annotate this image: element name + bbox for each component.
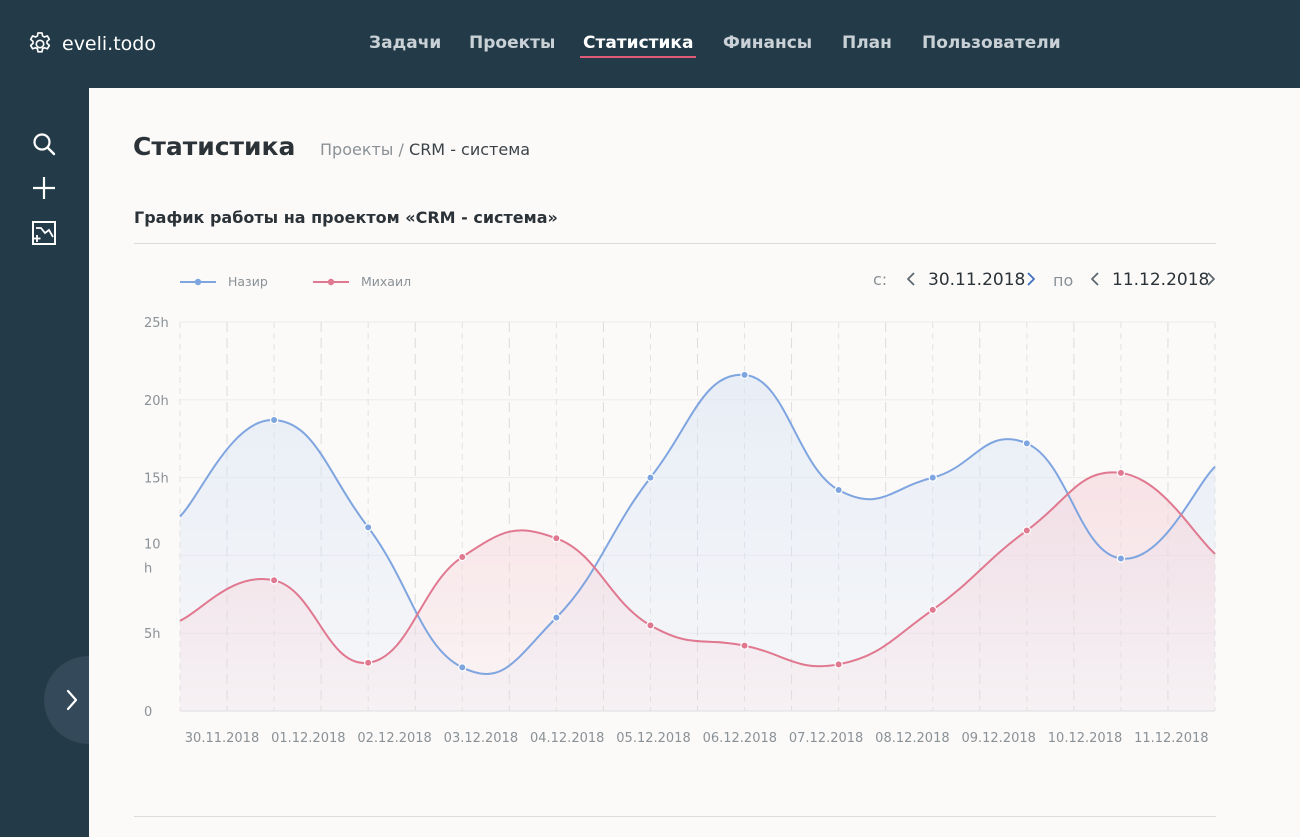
data-point[interactable] [458,552,467,562]
chart-areas [180,374,1215,711]
x-tick-label: 03.12.2018 [444,731,518,746]
x-axis-ticks: 30.11.2018 01.12.2018 02.12.2018 03.12.2018… [185,731,1209,746]
x-tick-label: 07.12.2018 [789,731,863,746]
data-point[interactable] [363,523,373,532]
to-prev-button[interactable] [1086,268,1104,290]
data-point[interactable] [458,663,467,672]
data-point[interactable] [269,415,279,425]
data-point[interactable] [740,370,749,380]
legend-item-nazir[interactable]: Назир [180,274,268,289]
x-tick-label: 08.12.2018 [875,731,949,746]
date-range-picker: с: 30.11.2018 по 11.12.2018 [873,268,1220,290]
x-tick-label: 11.12.2018 [1134,731,1208,746]
y-tick-label: 5h [144,627,161,642]
x-tick-label: 02.12.2018 [357,731,431,746]
y-tick-label: 10 [144,537,161,552]
legend-label-nazir: Назир [228,274,268,289]
range-to-value[interactable]: 11.12.2018 [1112,270,1209,290]
legend-label-mikhail: Михаил [361,274,411,289]
range-from-label: с: [873,270,887,289]
y-tick-label: 15h [144,472,169,487]
data-point[interactable] [363,658,373,667]
work-chart: 0 5h 10 h 15h 20h 25h 30.11.2018 01.12.2018 02.1… [144,268,1220,746]
data-point[interactable] [1116,468,1126,478]
x-tick-label: 09.12.2018 [961,731,1035,746]
to-next-button[interactable] [1202,268,1220,290]
x-tick-label: 06.12.2018 [703,731,777,746]
data-point[interactable] [1022,439,1032,448]
data-point[interactable] [1022,526,1032,535]
data-point[interactable] [552,534,561,543]
data-point[interactable] [740,641,749,650]
data-point[interactable] [834,485,843,495]
y-tick-label: 20h [144,394,169,409]
x-tick-label: 10.12.2018 [1048,731,1122,746]
legend-item-mikhail[interactable]: Михаил [313,274,411,289]
data-point[interactable] [834,660,843,669]
data-point[interactable] [269,576,279,585]
x-tick-label: 05.12.2018 [616,731,690,746]
data-point[interactable] [928,605,937,615]
from-next-button[interactable] [1022,268,1040,290]
data-point[interactable] [928,473,937,482]
y-tick-label: 0 [144,705,152,720]
y-axis-ticks: 0 5h 10 h 15h 20h 25h [144,316,169,720]
x-tick-label: 04.12.2018 [530,731,604,746]
range-from-value[interactable]: 30.11.2018 [928,270,1025,290]
x-tick-label: 01.12.2018 [271,731,345,746]
x-tick-label: 30.11.2018 [185,731,259,746]
y-tick-label: h [144,561,152,576]
y-tick-label: 25h [144,316,169,331]
range-to-label: по [1053,271,1073,290]
chart-legend: Назир Михаил [180,274,411,289]
data-point[interactable] [646,473,655,482]
data-point[interactable] [646,621,655,630]
from-prev-button[interactable] [902,268,920,290]
data-point[interactable] [1116,554,1126,563]
data-point[interactable] [552,613,561,622]
